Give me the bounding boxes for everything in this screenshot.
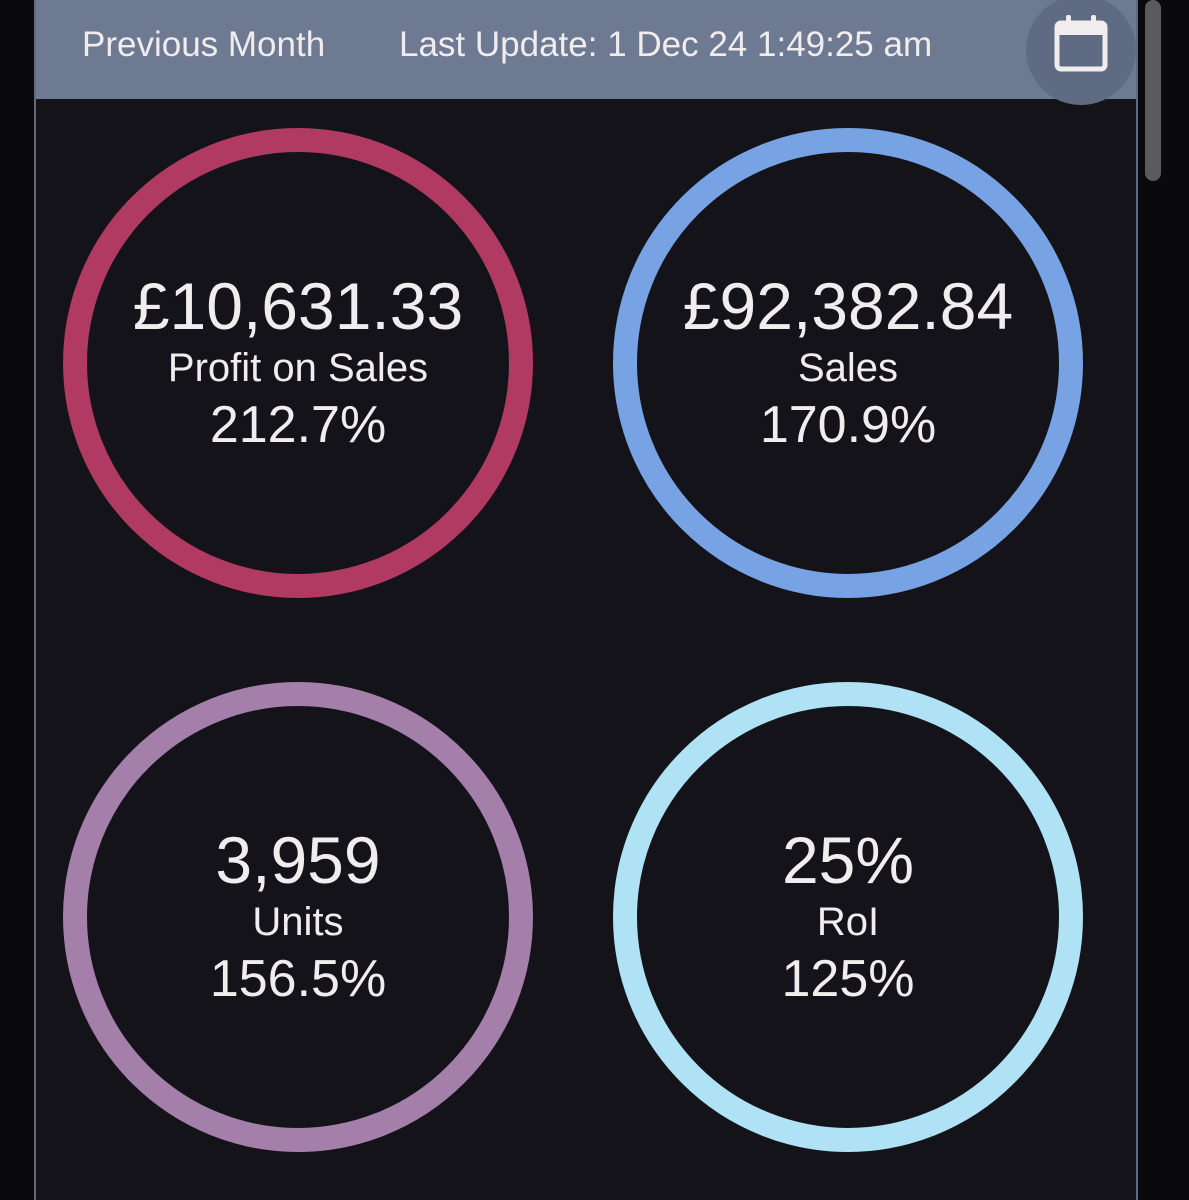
kpi-label: Units — [252, 900, 344, 944]
kpi-label: Sales — [797, 346, 899, 390]
header-bar: Previous Month Last Update: 1 Dec 24 1:4… — [36, 0, 1136, 105]
kpi-roi[interactable]: 25% RoI 125% — [613, 682, 1083, 1152]
kpi-sales[interactable]: £92,382.84 Sales 170.9% — [613, 128, 1083, 598]
period-selector[interactable]: Previous Month — [82, 24, 325, 66]
kpi-percent: 170.9% — [759, 396, 937, 454]
kpi-value: 25% — [781, 823, 915, 897]
kpi-label: Profit on Sales — [167, 346, 429, 390]
kpi-value: 3,959 — [215, 823, 381, 897]
last-update-text: Last Update: 1 Dec 24 1:49:25 am — [399, 25, 933, 64]
scrollbar-thumb[interactable] — [1145, 0, 1161, 181]
kpi-value: £10,631.33 — [132, 269, 464, 343]
kpi-label: RoI — [816, 900, 880, 944]
dashboard-panel: Previous Month Last Update: 1 Dec 24 1:4… — [34, 0, 1138, 1200]
calendar-icon — [1054, 15, 1108, 72]
kpi-percent: 156.5% — [209, 950, 387, 1008]
kpi-profit-on-sales[interactable]: £10,631.33 Profit on Sales 212.7% — [63, 128, 533, 598]
kpi-units[interactable]: 3,959 Units 156.5% — [63, 682, 533, 1152]
kpi-value: £92,382.84 — [682, 269, 1014, 343]
kpi-percent: 125% — [781, 950, 915, 1008]
calendar-button[interactable] — [1026, 0, 1136, 105]
kpi-percent: 212.7% — [209, 396, 387, 454]
